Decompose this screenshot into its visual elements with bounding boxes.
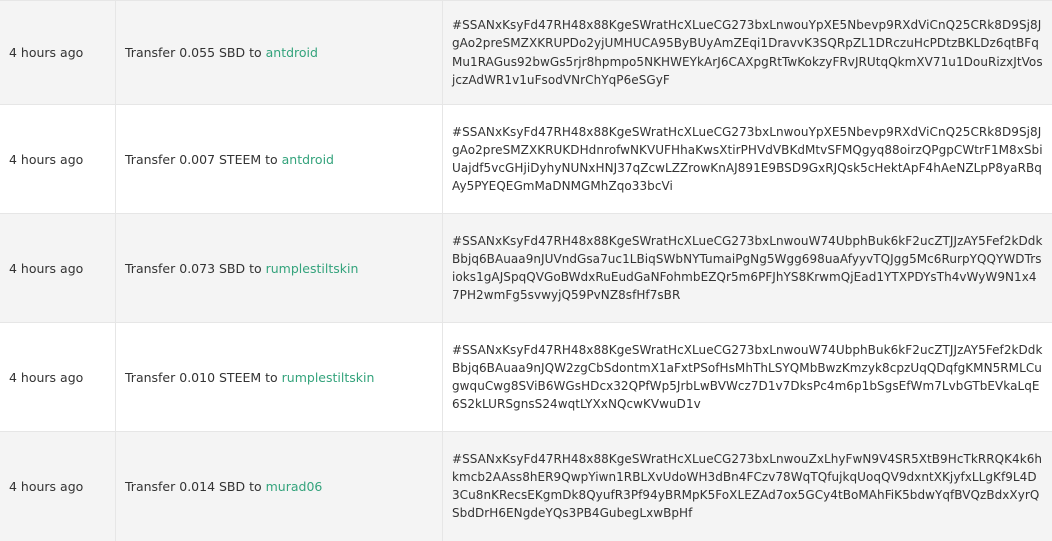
operation-text: Transfer 0.007 STEEM to <box>125 152 282 167</box>
operation-text: Transfer 0.014 SBD to <box>125 479 266 494</box>
table-row: 4 hours ago Transfer 0.073 SBD to rumple… <box>0 214 1052 323</box>
account-link[interactable]: antdroid <box>282 152 334 167</box>
row-operation: Transfer 0.014 SBD to murad06 <box>116 432 443 541</box>
account-link[interactable]: rumplestiltskin <box>266 261 359 276</box>
table-row: 4 hours ago Transfer 0.014 SBD to murad0… <box>0 432 1052 541</box>
row-operation: Transfer 0.073 SBD to rumplestiltskin <box>116 214 443 323</box>
row-operation: Transfer 0.007 STEEM to antdroid <box>116 105 443 214</box>
account-link[interactable]: antdroid <box>266 45 318 60</box>
table-row: 4 hours ago Transfer 0.010 STEEM to rump… <box>0 323 1052 432</box>
row-time: 4 hours ago <box>0 1 116 105</box>
account-link[interactable]: murad06 <box>266 479 323 494</box>
operation-text: Transfer 0.073 SBD to <box>125 261 266 276</box>
table-row: 4 hours ago Transfer 0.055 SBD to antdro… <box>0 1 1052 105</box>
row-memo: #SSANxKsyFd47RH48x88KgeSWratHcXLueCG273b… <box>443 323 1052 432</box>
row-time: 4 hours ago <box>0 105 116 214</box>
row-operation: Transfer 0.010 STEEM to rumplestiltskin <box>116 323 443 432</box>
account-link[interactable]: rumplestiltskin <box>282 370 375 385</box>
row-memo: #SSANxKsyFd47RH48x88KgeSWratHcXLueCG273b… <box>443 214 1052 323</box>
table-row: 4 hours ago Transfer 0.007 STEEM to antd… <box>0 105 1052 214</box>
row-time: 4 hours ago <box>0 214 116 323</box>
row-memo: #SSANxKsyFd47RH48x88KgeSWratHcXLueCG273b… <box>443 1 1052 105</box>
operation-text: Transfer 0.010 STEEM to <box>125 370 282 385</box>
row-memo: #SSANxKsyFd47RH48x88KgeSWratHcXLueCG273b… <box>443 432 1052 541</box>
transfer-history-table: 4 hours ago Transfer 0.055 SBD to antdro… <box>0 0 1052 541</box>
row-time: 4 hours ago <box>0 323 116 432</box>
operation-text: Transfer 0.055 SBD to <box>125 45 266 60</box>
row-operation: Transfer 0.055 SBD to antdroid <box>116 1 443 105</box>
row-time: 4 hours ago <box>0 432 116 541</box>
row-memo: #SSANxKsyFd47RH48x88KgeSWratHcXLueCG273b… <box>443 105 1052 214</box>
